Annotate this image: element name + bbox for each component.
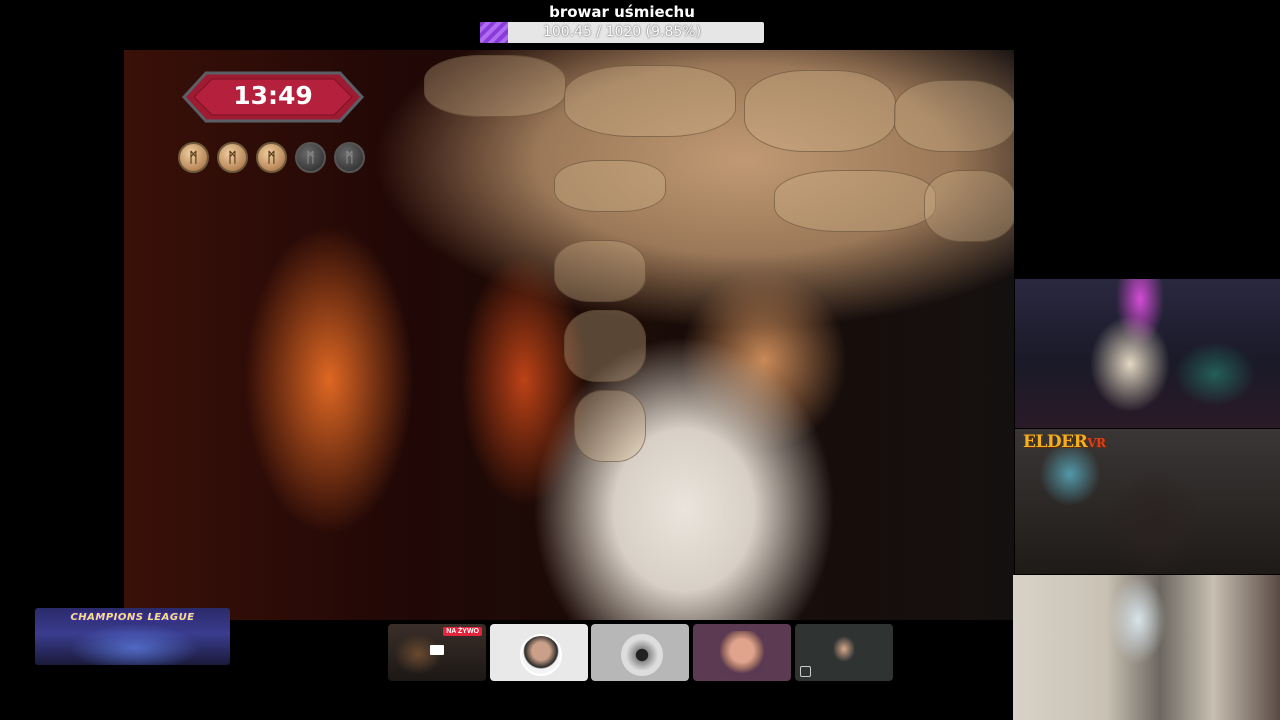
thumbnail-screen-share[interactable]: NA ŻYWO bbox=[388, 624, 486, 681]
webcam-bottom[interactable] bbox=[1013, 575, 1280, 720]
coin-icon: ᛗ bbox=[178, 142, 209, 173]
elder-logo: ELDERVR bbox=[1023, 432, 1106, 452]
goal-progress-text: 100.45 / 1020 (9.85%) bbox=[542, 24, 702, 40]
coin-icon: ᛗ bbox=[217, 142, 248, 173]
main-stream-video[interactable] bbox=[124, 50, 1014, 620]
thumbnail-face-avatar[interactable] bbox=[693, 624, 791, 681]
goal-widget: browar uśmiechu 100.45 / 1020 (9.85%) bbox=[480, 4, 764, 43]
timer-plate: 13:49 bbox=[176, 70, 370, 124]
participant-camera-image bbox=[827, 630, 861, 671]
goal-progress-bar: 100.45 / 1020 (9.85%) bbox=[480, 22, 764, 43]
champions-league-banner[interactable]: CHAMPIONS LEAGUE bbox=[35, 608, 230, 665]
timer-text: 13:49 bbox=[233, 81, 313, 110]
coin-icon: ᛗ bbox=[295, 142, 326, 173]
webcam-top[interactable] bbox=[1015, 279, 1280, 428]
thumbnail-participant-camera[interactable] bbox=[795, 624, 893, 681]
goal-title: browar uśmiechu bbox=[549, 3, 695, 21]
camera-status-icon bbox=[800, 666, 811, 677]
thumbnail-participant-avatar[interactable] bbox=[490, 624, 588, 681]
thumbnail-car-avatar[interactable] bbox=[591, 624, 689, 681]
coin-row: ᛗᛗᛗᛗᛗ bbox=[178, 142, 365, 173]
car-avatar-icon bbox=[621, 633, 663, 676]
coin-icon: ᛗ bbox=[256, 142, 287, 173]
live-badge: NA ŻYWO bbox=[443, 627, 482, 636]
screen-share-icon bbox=[430, 645, 444, 655]
banner-label: CHAMPIONS LEAGUE bbox=[70, 612, 195, 623]
webcam-middle[interactable]: ELDERVR bbox=[1015, 429, 1280, 574]
coin-icon: ᛗ bbox=[334, 142, 365, 173]
avatar bbox=[520, 633, 562, 676]
face-avatar-icon bbox=[720, 630, 764, 675]
